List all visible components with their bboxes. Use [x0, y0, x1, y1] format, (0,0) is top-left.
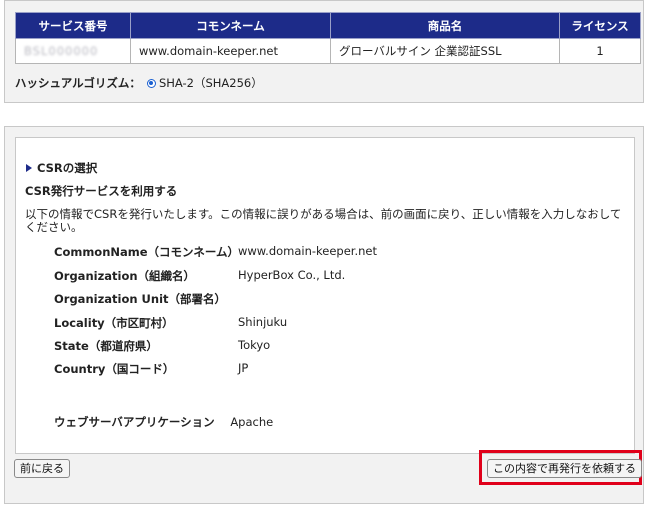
- csr-panel: CSRの選択 CSR発行サービスを利用する 以下の情報でCSRを発行いたします。…: [4, 126, 644, 504]
- field-label: State（都道府県）: [54, 339, 158, 353]
- header-license: ライセンス: [559, 12, 641, 39]
- hash-algorithm-row: ハッシュアルゴリズム： SHA-2（SHA256）: [15, 75, 263, 91]
- csr-section-title: CSRの選択: [26, 160, 97, 176]
- info-row-organization-unit: Organization Unit（部署名）: [54, 291, 238, 307]
- header-service-number: サービス番号: [15, 12, 131, 39]
- cell-product-name: グローバルサイン 企業認証SSL: [330, 38, 560, 64]
- table-row: BSL000000 www.domain-keeper.net グローバルサイン…: [15, 38, 641, 64]
- field-value: www.domain-keeper.net: [238, 244, 378, 258]
- request-reissue-button[interactable]: この内容で再発行を依頼する: [487, 459, 642, 478]
- hash-algorithm-label: ハッシュアルゴリズム：: [15, 76, 141, 90]
- sha2-radio[interactable]: [146, 78, 156, 88]
- field-value: JP: [238, 361, 249, 375]
- cell-service-number: BSL000000: [15, 38, 131, 64]
- info-row-common-name: CommonName（コモンネーム） www.domain-keeper.net: [54, 244, 377, 260]
- web-server-value: Apache: [230, 415, 274, 429]
- csr-info-box: CSRの選択 CSR発行サービスを利用する 以下の情報でCSRを発行いたします。…: [15, 137, 635, 454]
- header-common-name: コモンネーム: [130, 12, 331, 39]
- csr-section-title-text: CSRの選択: [37, 161, 98, 175]
- service-panel: サービス番号 コモンネーム 商品名 ライセンス BSL000000 www.do…: [4, 0, 644, 103]
- sha2-option-label[interactable]: SHA-2（SHA256）: [159, 75, 263, 91]
- header-product-name: 商品名: [330, 12, 560, 39]
- cell-common-name: www.domain-keeper.net: [130, 38, 331, 64]
- cell-license: 1: [559, 38, 641, 64]
- info-row-country: Country（国コード） JP: [54, 361, 248, 377]
- field-label: CommonName（コモンネーム）: [54, 245, 239, 259]
- info-row-state: State（都道府県） Tokyo: [54, 338, 270, 354]
- csr-description: 以下の情報でCSRを発行いたします。この情報に誤りがある場合は、前の画面に戻り、…: [25, 207, 622, 234]
- field-value: Tokyo: [238, 338, 271, 352]
- field-value: Shinjuku: [238, 315, 288, 329]
- field-label: Country（国コード）: [54, 362, 175, 376]
- field-value: HyperBox Co., Ltd.: [238, 268, 346, 282]
- service-table: サービス番号 コモンネーム 商品名 ライセンス BSL000000 www.do…: [15, 12, 641, 64]
- info-row-locality: Locality（市区町村） Shinjuku: [54, 315, 287, 331]
- web-server-row: ウェブサーバアプリケーション Apache: [54, 414, 273, 430]
- field-label: Locality（市区町村）: [54, 316, 174, 330]
- triangle-right-icon: [26, 164, 32, 172]
- table-header-row: サービス番号 コモンネーム 商品名 ライセンス: [15, 12, 641, 39]
- csr-subtitle: CSR発行サービスを利用する: [25, 184, 178, 198]
- back-button[interactable]: 前に戻る: [14, 459, 70, 478]
- web-server-label: ウェブサーバアプリケーション: [54, 415, 215, 429]
- field-label: Organization Unit（部署名）: [54, 292, 227, 306]
- info-row-organization: Organization（組織名） HyperBox Co., Ltd.: [54, 268, 345, 284]
- field-label: Organization（組織名）: [54, 269, 196, 283]
- service-number-redacted: BSL000000: [24, 44, 99, 58]
